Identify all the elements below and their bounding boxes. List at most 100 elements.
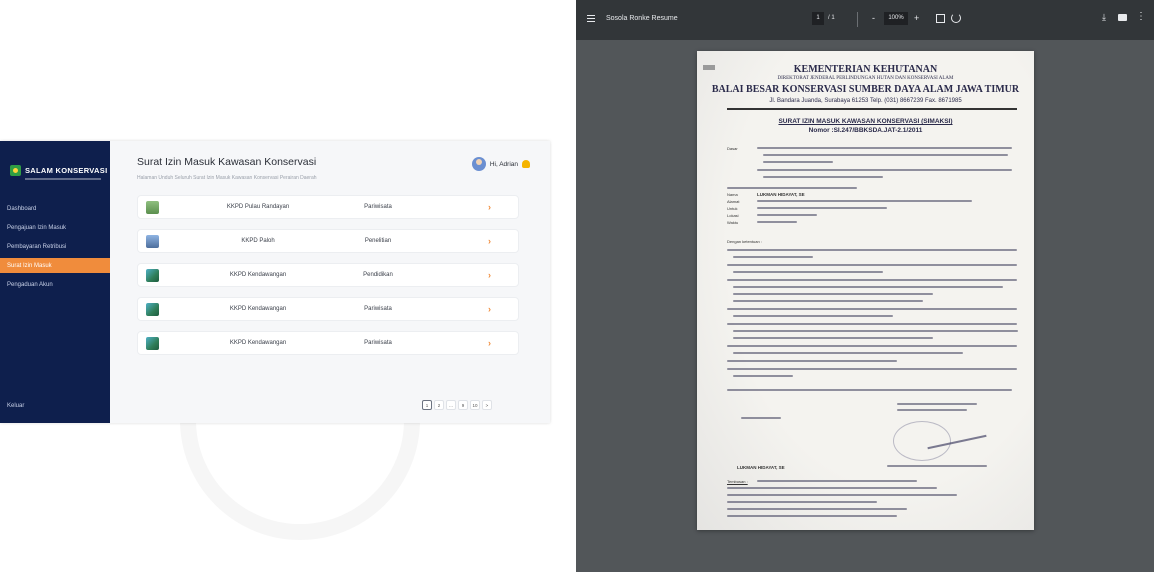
text-line [757,207,887,209]
text-line [757,169,1012,171]
page-subtitle: Halaman Unduh Seluruh Surat Izin Masuk K… [137,175,317,181]
main-content: Surat Izin Masuk Kawasan Konservasi Hala… [110,141,550,423]
location-name: KKPD Pulau Randayan [226,204,290,210]
visit-purpose: Penelitian [364,238,392,244]
text-line [733,286,1003,288]
menu-icon[interactable] [587,15,595,24]
rotate-icon[interactable] [951,13,961,23]
text-line [733,352,963,354]
waktu-label: Waktu [727,220,739,225]
text-line [727,368,1017,370]
provisions-heading: Dengan ketentuan : [727,239,762,244]
letterhead-address: Jl. Bandara Juanda, Surabaya 61253 Telp.… [769,98,962,104]
logout-link[interactable]: Keluar [7,403,24,409]
lokasi-label: Lokasi [727,213,739,218]
text-line [763,176,883,178]
location-name: KKPD Kendawangan [229,340,287,346]
official-stamp [893,421,951,461]
visit-purpose: Pariwisata [364,306,392,312]
bell-icon[interactable] [522,160,530,168]
sidebar-item-dashboard[interactable]: Dashboard [0,201,110,216]
text-line [727,515,897,517]
text-line [733,337,933,339]
page-button-1[interactable]: 1 [422,400,432,410]
text-line [741,417,781,419]
brand[interactable]: SALAM KONSERVASI [10,165,107,176]
user-menu[interactable]: Hi, Adrian [471,157,530,171]
sidebar-item-pembayaran[interactable]: Pembayaran Retribusi [0,239,110,254]
user-greeting[interactable]: Hi, Adrian [490,161,518,168]
letterhead-directorate: DIREKTORAT JENDERAL PERLINDUNGAN HUTAN D… [777,76,954,81]
text-line [727,501,877,503]
nama-label: Nama [727,192,738,197]
sidebar-item-pengaduan[interactable]: Pengaduan Akun [0,277,110,292]
chevron-right-icon[interactable]: › [488,202,491,212]
text-line [727,308,1017,310]
text-line [733,271,883,273]
viewer-toolbar: Sosola Ronke Resume 1 / 1 - 100% + ⤓ ⋮ [576,0,1154,40]
page-button-9[interactable]: 9 [458,400,468,410]
chevron-right-icon[interactable]: › [488,304,491,314]
zoom-level-input[interactable]: 100% [884,12,908,25]
text-line [733,330,1018,332]
fit-page-icon[interactable] [936,14,945,23]
list-item[interactable]: KKPD Kendawangan Pariwisata › [137,331,519,355]
page-number-input[interactable]: 1 [812,12,824,25]
applicant-signature-name: LUKMAN HIDAYAT, SE [737,465,785,470]
location-name: KKPD Kendawangan [229,272,287,278]
zoom-in-button[interactable]: + [914,13,919,23]
download-icon[interactable]: ⤓ [1102,12,1106,23]
location-name: KKPD Kendawangan [229,306,287,312]
untuk-label: Untuk [727,206,738,211]
text-line [727,279,1017,281]
next-page-button[interactable]: > [482,400,492,410]
avatar[interactable] [471,157,486,171]
letter-subject: SURAT IZIN MASUK KAWASAN KONSERVASI (SIM… [778,118,953,125]
text-line [733,315,893,317]
list-item[interactable]: KKPD Paloh Penelitian › [137,229,519,253]
sidebar-item-surat-izin[interactable]: Surat Izin Masuk [0,258,110,273]
list-item[interactable]: KKPD Kendawangan Pendidikan › [137,263,519,287]
zoom-out-button[interactable]: - [872,13,875,23]
page-button-10[interactable]: 10 [470,400,480,410]
pdf-viewer: Sosola Ronke Resume 1 / 1 - 100% + ⤓ ⋮ K… [576,0,1154,572]
sidebar-nav: Dashboard Pengajuan Izin Masuk Pembayara… [0,201,110,296]
sidebar-item-pengajuan[interactable]: Pengajuan Izin Masuk [0,220,110,235]
more-options-icon[interactable]: ⋮ [1136,11,1146,22]
text-line [727,187,857,189]
letterhead-office: BALAI BESAR KONSERVASI SUMBER DAYA ALAM … [711,84,1020,95]
list-item[interactable]: KKPD Pulau Randayan Pariwisata › [137,195,519,219]
location-thumbnail [146,303,159,316]
text-line [733,375,793,377]
pagination: 1 2 ... 9 10 > [422,400,494,410]
text-line [887,465,987,467]
text-line [727,360,897,362]
letter-number: Nomor :SI.247/BBKSDA.JAT-2.1/2011 [808,127,923,134]
list-item[interactable]: KKPD Kendawangan Pariwisata › [137,297,519,321]
text-line [727,494,957,496]
location-thumbnail [146,269,159,282]
text-line [727,508,907,510]
text-line [757,147,1012,149]
chevron-right-icon[interactable]: › [488,236,491,246]
alamat-label: Alamat [727,199,740,204]
text-line [727,249,1017,251]
page-button-2[interactable]: 2 [434,400,444,410]
text-line [757,480,917,482]
applicant-name: LUKMAN HIDAYAT, SE [757,192,805,197]
page-ellipsis: ... [446,400,456,410]
text-line [757,200,972,202]
visit-purpose: Pariwisata [364,340,392,346]
sidebar: SALAM KONSERVASI Dashboard Pengajuan Izi… [0,141,110,423]
text-line [727,323,1017,325]
location-thumbnail [146,235,159,248]
text-line [727,345,1017,347]
chevron-right-icon[interactable]: › [488,338,491,348]
page-total: / 1 [828,15,835,21]
chevron-right-icon[interactable]: › [488,270,491,280]
permit-list: KKPD Pulau Randayan Pariwisata › KKPD Pa… [137,195,519,365]
toolbar-divider [857,12,858,27]
print-icon[interactable] [1118,14,1127,21]
text-line [757,214,817,216]
tembusan-label: Tembusan : [727,479,748,484]
